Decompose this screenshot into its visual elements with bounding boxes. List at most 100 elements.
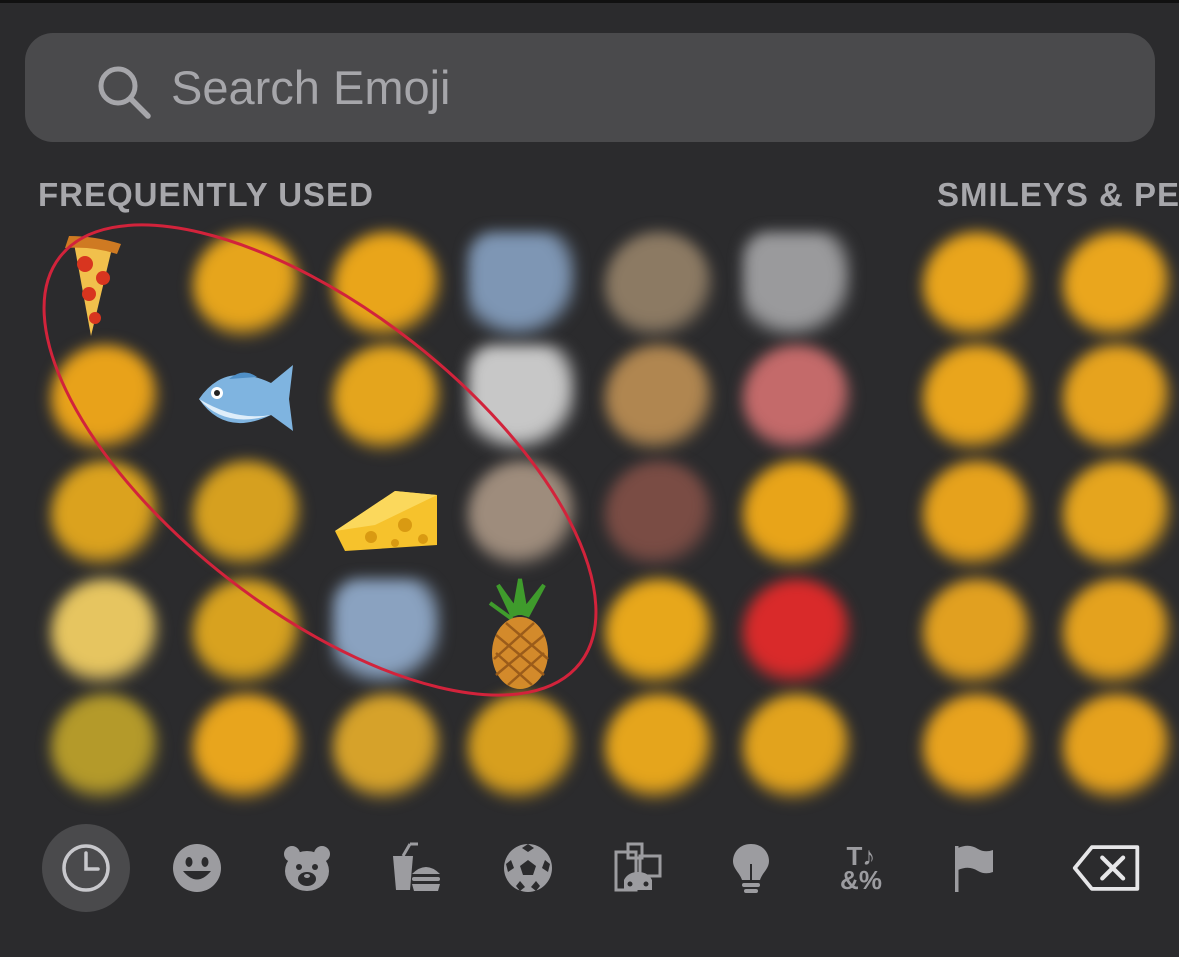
- emoji-blurred[interactable]: [325, 339, 445, 459]
- emoji-blurred[interactable]: [915, 455, 1035, 575]
- blurred-emoji: [605, 345, 713, 453]
- emoji-blurred[interactable]: [597, 688, 717, 808]
- emoji-blurred[interactable]: [185, 688, 305, 808]
- category-travel[interactable]: [594, 824, 682, 912]
- category-activity[interactable]: [484, 824, 572, 912]
- pineapple-emoji: [488, 578, 549, 689]
- smiley-icon: [173, 844, 221, 892]
- category-smileys[interactable]: [153, 824, 241, 912]
- blurred-emoji: [923, 232, 1031, 340]
- delete-button[interactable]: [1062, 824, 1152, 912]
- blurred-emoji: [1063, 579, 1171, 687]
- emoji-cheese[interactable]: [325, 455, 445, 575]
- emoji-blurred[interactable]: [1055, 455, 1175, 575]
- blurred-emoji: [923, 461, 1031, 569]
- emoji-blurred[interactable]: [915, 688, 1035, 808]
- blurred-emoji: [468, 345, 576, 453]
- emoji-pineapple[interactable]: [460, 573, 580, 693]
- blurred-emoji: [743, 232, 851, 340]
- emoji-blurred[interactable]: [735, 573, 855, 693]
- emoji-blurred[interactable]: [915, 226, 1035, 346]
- emoji-blurred[interactable]: [460, 688, 580, 808]
- blurred-emoji: [743, 461, 851, 569]
- emoji-blurred[interactable]: [43, 339, 163, 459]
- building-car-icon: [614, 842, 662, 892]
- blurred-emoji: [1063, 232, 1171, 340]
- blurred-emoji: [193, 461, 301, 569]
- blurred-emoji: [605, 694, 713, 802]
- blurred-emoji: [923, 694, 1031, 802]
- backspace-icon: [1072, 845, 1140, 891]
- blurred-emoji: [51, 694, 159, 802]
- emoji-blurred[interactable]: [735, 226, 855, 346]
- emoji-blurred[interactable]: [325, 688, 445, 808]
- blurred-emoji: [193, 694, 301, 802]
- emoji-blurred[interactable]: [185, 573, 305, 693]
- emoji-blurred[interactable]: [460, 455, 580, 575]
- emoji-blurred[interactable]: [1055, 688, 1175, 808]
- emoji-blurred[interactable]: [1055, 573, 1175, 693]
- emoji-blurred[interactable]: [325, 573, 445, 693]
- symbols-icon-bottom: &%: [840, 865, 882, 895]
- category-animals[interactable]: [263, 824, 351, 912]
- blurred-emoji: [333, 232, 441, 340]
- blurred-emoji: [743, 694, 851, 802]
- emoji-blurred[interactable]: [915, 339, 1035, 459]
- blurred-emoji: [333, 345, 441, 453]
- blurred-emoji: [468, 232, 576, 340]
- blurred-emoji: [1063, 461, 1171, 569]
- category-food[interactable]: [372, 824, 460, 912]
- pizza-emoji: [65, 236, 121, 336]
- emoji-blurred[interactable]: [43, 573, 163, 693]
- emoji-blurred[interactable]: [597, 455, 717, 575]
- category-recents[interactable]: [42, 824, 130, 912]
- blurred-emoji: [51, 461, 159, 569]
- blurred-emoji: [923, 579, 1031, 687]
- cheese-emoji: [335, 491, 437, 551]
- food-icon: [393, 842, 440, 891]
- blurred-emoji: [333, 694, 441, 802]
- emoji-blurred[interactable]: [325, 226, 445, 346]
- blurred-emoji: [1063, 345, 1171, 453]
- blurred-emoji: [605, 461, 713, 569]
- emoji-blurred[interactable]: [597, 339, 717, 459]
- category-objects[interactable]: [707, 824, 795, 912]
- symbols-icon: T♪ &%: [840, 843, 882, 895]
- emoji-blurred[interactable]: [915, 573, 1035, 693]
- blurred-emoji: [51, 579, 159, 687]
- emoji-blurred[interactable]: [185, 455, 305, 575]
- blurred-emoji: [51, 345, 159, 453]
- emoji-pizza[interactable]: [43, 226, 163, 346]
- blurred-emoji: [743, 579, 851, 687]
- blurred-emoji: [193, 579, 301, 687]
- blurred-emoji: [923, 345, 1031, 453]
- lightbulb-icon: [733, 844, 769, 893]
- clock-icon: [62, 844, 110, 892]
- emoji-blurred[interactable]: [1055, 339, 1175, 459]
- emoji-blurred[interactable]: [597, 226, 717, 346]
- blurred-emoji: [605, 579, 713, 687]
- emoji-blurred[interactable]: [43, 688, 163, 808]
- emoji-blurred[interactable]: [1055, 226, 1175, 346]
- emoji-fish[interactable]: [185, 339, 305, 459]
- emoji-blurred[interactable]: [185, 226, 305, 346]
- bear-icon: [284, 846, 330, 891]
- emoji-blurred[interactable]: [460, 339, 580, 459]
- blurred-emoji: [333, 579, 441, 687]
- category-symbols[interactable]: T♪ &%: [817, 824, 905, 912]
- blurred-emoji: [1063, 694, 1171, 802]
- emoji-blurred[interactable]: [43, 455, 163, 575]
- soccer-ball-icon: [504, 844, 552, 892]
- blurred-emoji: [468, 461, 576, 569]
- flag-icon: [955, 845, 993, 892]
- emoji-grid: [0, 0, 1179, 810]
- emoji-blurred[interactable]: [735, 339, 855, 459]
- emoji-blurred[interactable]: [735, 688, 855, 808]
- emoji-blurred[interactable]: [597, 573, 717, 693]
- emoji-blurred[interactable]: [735, 455, 855, 575]
- blurred-emoji: [743, 345, 851, 453]
- category-flags[interactable]: [929, 824, 1017, 912]
- emoji-blurred[interactable]: [460, 226, 580, 346]
- blurred-emoji: [605, 232, 713, 340]
- blurred-emoji: [468, 694, 576, 802]
